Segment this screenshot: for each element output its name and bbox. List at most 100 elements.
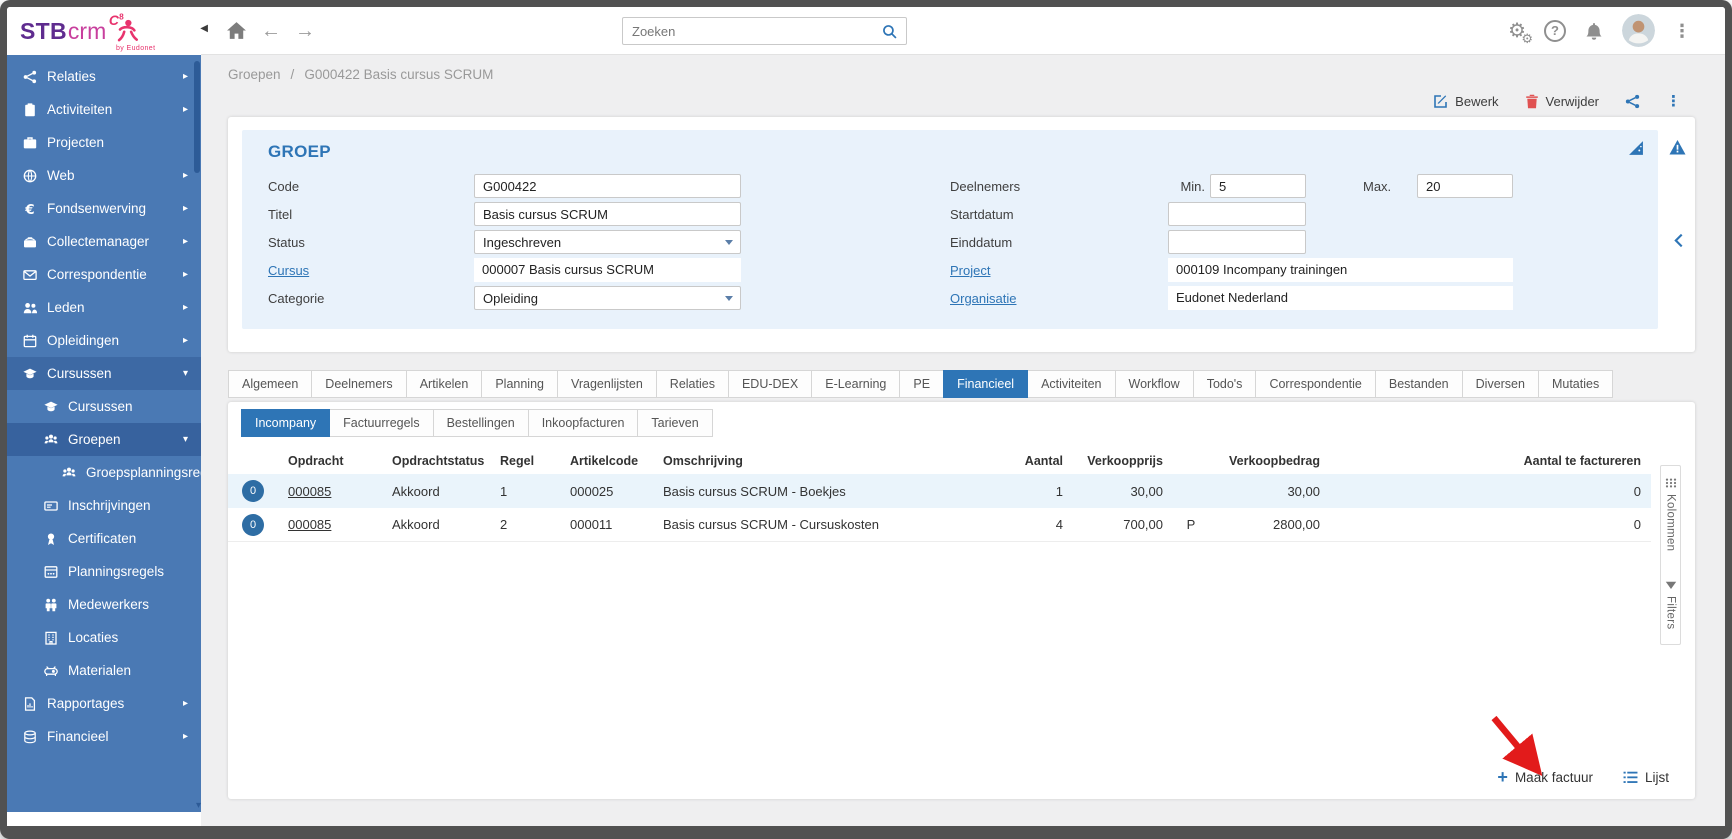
collapse-panel-icon[interactable] (1673, 233, 1684, 253)
forward-arrow-icon[interactable]: → (295, 21, 315, 41)
sidebar-item-locaties[interactable]: Locaties (7, 621, 201, 654)
report-icon (22, 696, 38, 712)
clipboard-icon (22, 102, 38, 118)
tab-e-learning[interactable]: E-Learning (811, 370, 900, 398)
financieel-card: Incompany Factuurregels Bestellingen Ink… (228, 402, 1695, 799)
cursus-link[interactable]: Cursus (268, 263, 309, 278)
search-input[interactable] (632, 24, 882, 39)
tab-vragenlijsten[interactable]: Vragenlijsten (557, 370, 657, 398)
tab-todos[interactable]: Todo's (1193, 370, 1257, 398)
organisatie-link[interactable]: Organisatie (950, 291, 1016, 306)
sidebar-item-leden[interactable]: Leden▸ (7, 291, 201, 324)
create-invoice-button[interactable]: + Maak factuur (1497, 768, 1593, 786)
sidebar-item-cursussen-sub[interactable]: Cursussen (7, 390, 201, 423)
table-header: Opdracht Opdrachtstatus Regel Artikelcod… (228, 448, 1651, 474)
sidebar-item-fondsenwerving[interactable]: €Fondsenwerving▸ (7, 192, 201, 225)
set-square-icon[interactable] (1628, 140, 1644, 161)
filters-button[interactable]: Filters (1665, 581, 1677, 629)
sidebar-scrollbar-thumb[interactable] (194, 61, 200, 173)
tab-relaties[interactable]: Relaties (656, 370, 729, 398)
projector-icon (43, 663, 59, 679)
status-select[interactable]: Ingeschreven (474, 230, 741, 254)
sidebar-item-opleidingen[interactable]: Opleidingen▸ (7, 324, 201, 357)
einddatum-field[interactable] (1168, 230, 1306, 254)
warning-icon[interactable] (1669, 139, 1686, 161)
opdracht-link[interactable]: 000085 (278, 484, 382, 499)
sidebar-item-collectemanager[interactable]: Collectemanager▸ (7, 225, 201, 258)
startdatum-field[interactable] (1168, 202, 1306, 226)
subtab-bestellingen[interactable]: Bestellingen (433, 409, 529, 437)
sidebar-collapse-icon[interactable]: ◀ (200, 23, 208, 34)
project-link[interactable]: Project (950, 263, 990, 278)
sidebar-item-cursussen[interactable]: Cursussen▾ (7, 357, 201, 390)
tab-artikelen[interactable]: Artikelen (406, 370, 483, 398)
help-icon[interactable]: ? (1544, 20, 1566, 42)
sidebar-item-medewerkers[interactable]: Medewerkers (7, 588, 201, 621)
sidebar-item-certificaten[interactable]: Certificaten (7, 522, 201, 555)
sidebar-item-materialen[interactable]: Materialen (7, 654, 201, 687)
app-logo[interactable]: STBcrm C 8 by Eudonet ◀ (7, 7, 201, 55)
opdracht-link[interactable]: 000085 (278, 517, 382, 532)
delete-button[interactable]: Verwijder (1525, 94, 1599, 109)
sidebar-nav: Relaties▸ Activiteiten▸ Projecten Web▸ €… (7, 55, 201, 812)
tab-activiteiten[interactable]: Activiteiten (1027, 370, 1115, 398)
notifications-bell-icon[interactable] (1584, 21, 1604, 41)
deelnemers-min-field[interactable] (1210, 174, 1306, 198)
members-icon (22, 300, 38, 316)
sidebar-item-web[interactable]: Web▸ (7, 159, 201, 192)
subtab-factuurregels[interactable]: Factuurregels (329, 409, 433, 437)
sidebar-item-relaties[interactable]: Relaties▸ (7, 60, 201, 93)
user-avatar[interactable] (1622, 14, 1655, 47)
tab-deelnemers[interactable]: Deelnemers (311, 370, 406, 398)
tab-diversen[interactable]: Diversen (1462, 370, 1539, 398)
subtab-incompany[interactable]: Incompany (241, 409, 330, 437)
browser-nav-buttons: ← → (226, 21, 315, 41)
sidebar-item-financieel[interactable]: Financieel▸ (7, 720, 201, 753)
table-row[interactable]: 0 000085 Akkoord 2 000011 Basis cursus S… (228, 508, 1651, 542)
back-arrow-icon[interactable]: ← (261, 21, 281, 41)
tab-mutaties[interactable]: Mutaties (1538, 370, 1613, 398)
tab-pe[interactable]: PE (899, 370, 944, 398)
tab-edu-dex[interactable]: EDU-DEX (728, 370, 812, 398)
field-organisatie: Organisatie Eudonet Nederland (950, 284, 1638, 312)
search-icon[interactable] (882, 24, 897, 39)
sidebar-item-activiteiten[interactable]: Activiteiten▸ (7, 93, 201, 126)
sidebar-scroll-down-icon[interactable]: ▾ (196, 801, 201, 811)
cursus-value[interactable]: 000007 Basis cursus SCRUM (474, 258, 741, 282)
tab-workflow[interactable]: Workflow (1115, 370, 1194, 398)
sidebar-item-planningsregels[interactable]: Planningsregels (7, 555, 201, 588)
project-value[interactable]: 000109 Incompany trainingen (1168, 258, 1513, 282)
settings-gears-icon[interactable]: ⚙⚙ (1508, 21, 1526, 41)
chevron-right-icon: ▸ (183, 170, 188, 181)
tab-planning[interactable]: Planning (481, 370, 558, 398)
deelnemers-max-field[interactable] (1417, 174, 1513, 198)
more-menu-icon[interactable]: ⋮ (1673, 22, 1691, 40)
organisatie-value[interactable]: Eudonet Nederland (1168, 286, 1513, 310)
tab-algemeen[interactable]: Algemeen (228, 370, 312, 398)
table-row[interactable]: 0 000085 Akkoord 1 000025 Basis cursus S… (228, 474, 1651, 508)
edit-button[interactable]: Bewerk (1433, 94, 1498, 109)
home-icon[interactable] (226, 21, 247, 40)
tab-correspondentie[interactable]: Correspondentie (1255, 370, 1375, 398)
sidebar-item-correspondentie[interactable]: Correspondentie▸ (7, 258, 201, 291)
sidebar-item-rapportages[interactable]: Rapportages▸ (7, 687, 201, 720)
sidebar-item-projecten[interactable]: Projecten (7, 126, 201, 159)
list-button[interactable]: Lijst (1623, 770, 1669, 785)
code-field[interactable] (474, 174, 741, 198)
categorie-select[interactable]: Opleiding (474, 286, 741, 310)
sidebar-item-groepsplanningsregels[interactable]: Groepsplanningsrege (7, 456, 201, 489)
share-icon[interactable] (1625, 94, 1640, 109)
chevron-down-icon (725, 240, 733, 245)
titel-field[interactable] (474, 202, 741, 226)
sidebar-item-inschrijvingen[interactable]: Inschrijvingen (7, 489, 201, 522)
tab-financieel[interactable]: Financieel (943, 370, 1028, 398)
groep-panel: GROEP Code Titel (242, 130, 1658, 329)
tab-bestanden[interactable]: Bestanden (1375, 370, 1463, 398)
record-more-icon[interactable]: ⋮ (1666, 94, 1681, 109)
columns-button[interactable]: Kolommen (1665, 478, 1677, 551)
sidebar-item-groepen[interactable]: Groepen▾ (7, 423, 201, 456)
subtab-inkoopfacturen[interactable]: Inkoopfacturen (528, 409, 639, 437)
breadcrumb-parent[interactable]: Groepen (228, 67, 281, 82)
table-side-rail: Kolommen Filters (1660, 465, 1681, 645)
subtab-tarieven[interactable]: Tarieven (637, 409, 712, 437)
